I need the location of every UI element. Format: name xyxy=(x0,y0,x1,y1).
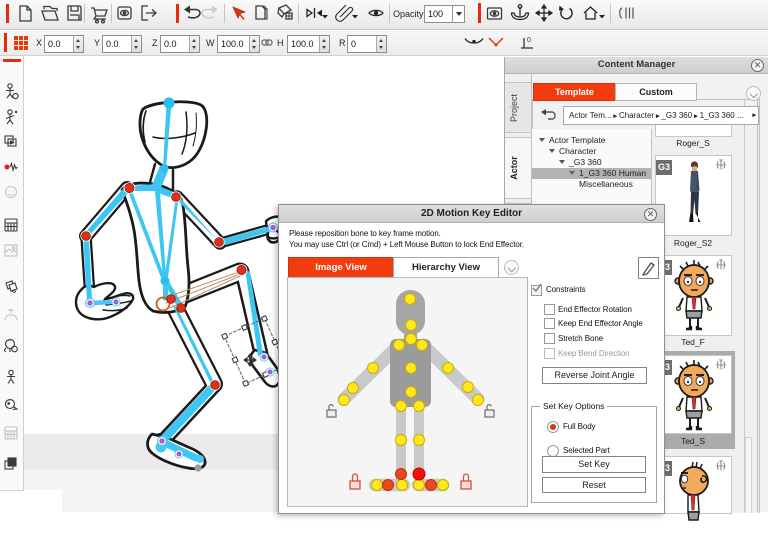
svg-text:0: 0 xyxy=(527,37,531,44)
